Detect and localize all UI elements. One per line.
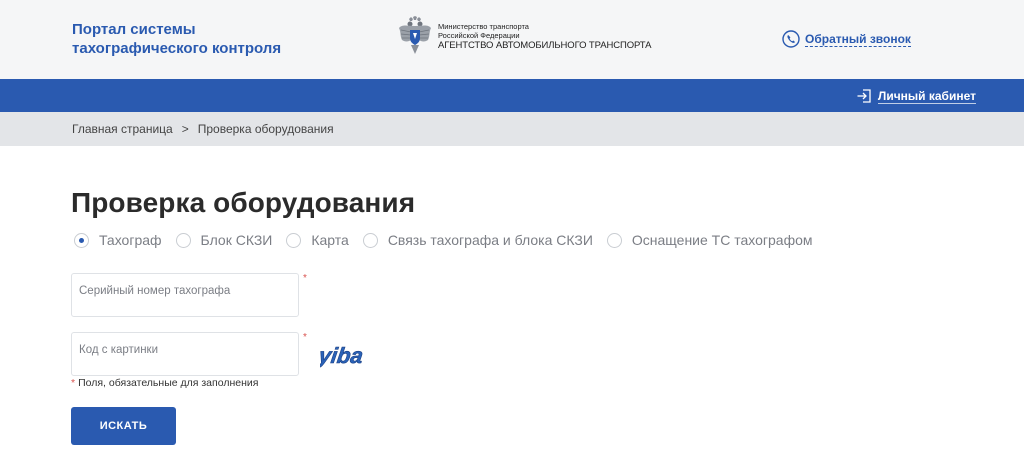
radio-label: Карта: [311, 232, 349, 248]
ministry-line2: Российской Федерации: [438, 31, 520, 40]
radio-card[interactable]: Карта: [286, 232, 349, 248]
portal-title-line1: Портал системы: [72, 21, 196, 38]
captcha-input[interactable]: [79, 344, 291, 356]
ministry-text: Министерство транспорта Российской Федер…: [438, 22, 652, 52]
personal-cabinet-link[interactable]: Личный кабинет: [856, 88, 976, 104]
radio-circle[interactable]: [175, 232, 191, 248]
emblem-eagle-icon: [399, 16, 431, 54]
ministry-line3: АГЕНТСТВО АВТОМОБИЛЬНОГО ТРАНСПОРТА: [438, 40, 652, 51]
breadcrumb-separator: >: [181, 122, 189, 136]
captcha-image: yiba: [320, 343, 365, 368]
radio-circle[interactable]: [606, 232, 622, 248]
equipment-type-radio-group: Тахограф Блок СКЗИ Карта Связь тахографа…: [74, 232, 827, 248]
radio-label: Тахограф: [99, 232, 162, 248]
phone-icon: [782, 30, 800, 48]
radio-label: Блок СКЗИ: [200, 232, 273, 248]
radio-label: Оснащение ТС тахографом: [631, 232, 813, 248]
radio-tachograph-skzi-link[interactable]: Связь тахографа и блока СКЗИ: [362, 232, 593, 248]
site-header: Портал системы тахографического контроля…: [0, 0, 1024, 79]
top-nav-bar: Личный кабинет: [0, 79, 1024, 112]
radio-circle[interactable]: [362, 232, 378, 248]
radio-tachograph[interactable]: Тахограф: [74, 232, 162, 248]
captcha-text: yiba: [320, 343, 365, 368]
search-button[interactable]: ИСКАТЬ: [71, 407, 176, 445]
breadcrumb: Главная страница > Проверка оборудования: [0, 112, 1024, 146]
breadcrumb-current: Проверка оборудования: [197, 122, 334, 136]
login-icon: [857, 89, 871, 103]
required-star: *: [303, 273, 307, 284]
portal-title[interactable]: Портал системы тахографического контроля: [72, 20, 312, 58]
required-star: *: [303, 332, 307, 343]
radio-label: Связь тахографа и блока СКЗИ: [387, 232, 593, 248]
radio-circle[interactable]: [286, 232, 302, 248]
captcha-field[interactable]: [71, 332, 299, 376]
serial-number-input[interactable]: [79, 285, 291, 297]
required-fields-note: * Поля, обязательные для заполнения: [71, 377, 258, 389]
portal-title-line2: тахографического контроля: [72, 40, 282, 57]
radio-skzi-block[interactable]: Блок СКЗИ: [175, 232, 273, 248]
required-note-text: Поля, обязательные для заполнения: [78, 377, 259, 389]
breadcrumb-home[interactable]: Главная страница: [72, 122, 173, 136]
personal-cabinet-label: Личный кабинет: [877, 88, 976, 104]
callback-label: Обратный звонок: [805, 31, 911, 47]
ministry-line1: Министерство транспорта: [438, 22, 529, 31]
callback-link[interactable]: Обратный звонок: [782, 30, 911, 48]
radio-vehicle-equipment[interactable]: Оснащение ТС тахографом: [606, 232, 813, 248]
radio-circle-checked[interactable]: [74, 232, 89, 248]
required-note-star: *: [71, 377, 76, 389]
serial-number-field[interactable]: [71, 273, 299, 317]
page-title: Проверка оборудования: [71, 187, 416, 218]
